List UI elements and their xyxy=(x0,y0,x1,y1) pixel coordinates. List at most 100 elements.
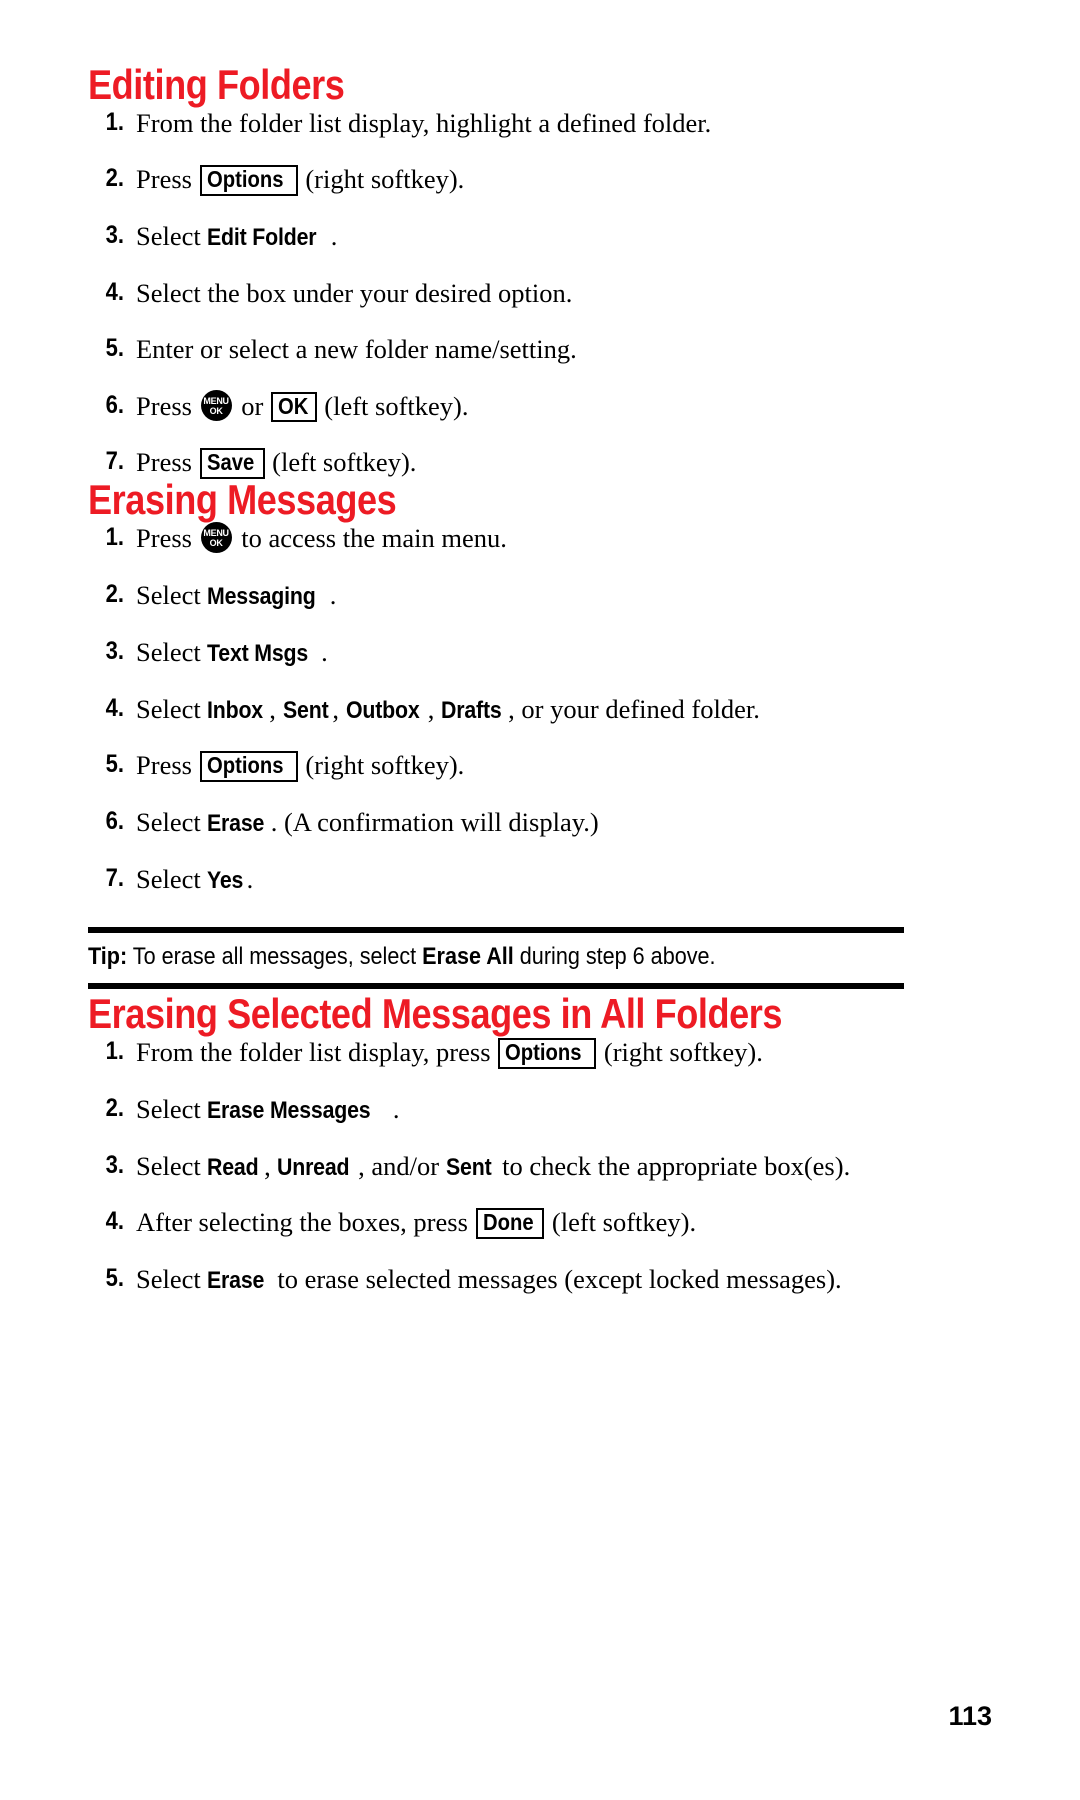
step-number: 1. xyxy=(105,523,124,552)
step-number: 2. xyxy=(105,164,124,193)
step-number: 7. xyxy=(105,863,124,892)
softkey-text: OK xyxy=(277,392,309,419)
step-item: 5. Select Erase to erase selected message… xyxy=(88,1262,920,1297)
tip-text-run: To erase all messages, select xyxy=(127,942,423,970)
step-body: Press MENU OK or OK (left softkey). xyxy=(136,389,920,423)
step-number: 6. xyxy=(105,390,124,419)
softkey-label-done[interactable]: Done xyxy=(475,1208,545,1240)
step-body: Select Text Msgs. xyxy=(136,635,920,670)
step-text-run: Select xyxy=(136,863,208,894)
step-body: Press Options (right softkey). xyxy=(136,748,920,783)
step-body: From the folder list display, press Opti… xyxy=(136,1035,920,1070)
menu-key-label-top: MENU xyxy=(203,395,229,406)
manual-section: Erasing Messages 1. Press MENU OK to access… xyxy=(88,476,920,990)
section-heading: Erasing Messages xyxy=(88,476,397,524)
softkey-text: Options xyxy=(505,1039,582,1066)
menu-key-label-bottom: OK xyxy=(209,538,223,549)
menu-ok-key-icon[interactable]: MENU OK xyxy=(200,389,232,421)
ui-term: Erase Messages xyxy=(207,1096,371,1124)
step-item: 4. Select the box under your desired opti… xyxy=(88,276,920,310)
step-item: 1. From the folder list display, press Op… xyxy=(88,1035,920,1070)
step-item: 4. After selecting the boxes, press Done … xyxy=(88,1205,920,1240)
step-number: 5. xyxy=(105,1263,124,1292)
step-body: Select Erase to erase selected messages … xyxy=(136,1262,920,1297)
step-text-run: . xyxy=(246,863,254,894)
step-number: 4. xyxy=(105,277,124,306)
step-text-run: Select xyxy=(136,1263,208,1294)
ui-term: Text Msgs xyxy=(207,639,309,667)
page-content: Editing Folders 1. From the folder list di… xyxy=(88,64,920,1297)
step-text-run: Press xyxy=(136,164,199,195)
ui-term: Erase xyxy=(207,809,265,837)
softkey-text: Options xyxy=(206,752,284,779)
step-body: Select Read, Unread , and/or Sent to chec… xyxy=(136,1149,920,1184)
softkey-text: Save xyxy=(206,449,254,476)
softkey-label-ok[interactable]: OK xyxy=(270,391,317,423)
tip-emphasis: Erase All xyxy=(422,942,514,970)
step-text-run: (left softkey). xyxy=(545,1207,697,1238)
step-text-run: Enter or select a new folder name/settin… xyxy=(136,334,577,365)
tip-text-run: during step 6 above. xyxy=(513,942,716,970)
step-number: 6. xyxy=(105,806,124,835)
tip-label: Tip: xyxy=(88,942,128,970)
step-number: 3. xyxy=(105,220,124,249)
step-text-run: , xyxy=(264,1150,278,1181)
step-number: 2. xyxy=(105,579,124,608)
step-body: Select Inbox, Sent, Outbox, Drafts, or y… xyxy=(136,692,920,727)
menu-key-label-bottom: OK xyxy=(209,405,223,416)
step-body: Select Edit Folder. xyxy=(136,219,920,254)
step-text-run: , xyxy=(269,693,283,724)
step-item: 2. Select Messaging. xyxy=(88,578,920,613)
step-text-run: Select xyxy=(136,693,208,724)
step-text-run: After selecting the boxes, press xyxy=(136,1207,475,1238)
manual-page: Editing Folders 1. From the folder list di… xyxy=(0,0,1080,1800)
step-item: 5. Press Options (right softkey). xyxy=(88,748,920,783)
step-item: 6. Press MENU OK or OK (left softkey). xyxy=(88,389,920,423)
ui-term: Yes xyxy=(207,866,244,894)
step-body: Select Erase Messages. xyxy=(136,1092,920,1127)
ui-term: Read xyxy=(207,1153,259,1181)
step-item: 3. Select Read, Unread , and/or Sent to ch… xyxy=(88,1149,920,1184)
step-text-run: , xyxy=(427,693,441,724)
ui-term: Sent xyxy=(445,1153,492,1181)
step-text-run: Press xyxy=(136,523,199,554)
step-text-run: to erase selected messages (except locke… xyxy=(270,1263,842,1294)
step-text-run: Press xyxy=(136,447,199,478)
step-text-run: (left softkey). xyxy=(317,390,469,421)
softkey-label-save[interactable]: Save xyxy=(199,448,265,479)
step-text-run: . xyxy=(392,1093,400,1124)
section-heading: Erasing Selected Messages in All Folders xyxy=(88,990,783,1038)
tip-box: Tip: To erase all messages, select Erase… xyxy=(88,926,904,990)
step-body: Select Erase. (A confirmation will displ… xyxy=(136,805,920,840)
step-text-run: Select xyxy=(136,220,208,251)
step-text-run: to access the main menu. xyxy=(234,523,507,554)
softkey-label-options[interactable]: Options xyxy=(199,165,298,197)
tip-line: Tip: To erase all messages, select Erase… xyxy=(88,943,822,972)
step-text-run: Select xyxy=(136,1093,208,1124)
ui-term: Messaging xyxy=(207,582,316,610)
section-heading: Editing Folders xyxy=(88,61,345,108)
step-text-run: Select the box under your desired option… xyxy=(136,277,573,308)
menu-ok-key-icon[interactable]: MENU OK xyxy=(200,522,232,554)
step-text-run: , and/or xyxy=(358,1150,446,1181)
step-body: Select Messaging. xyxy=(136,578,920,613)
step-number: 2. xyxy=(105,1093,124,1122)
step-item: 1. From the folder list display, highligh… xyxy=(88,106,920,140)
step-text-run: (right softkey). xyxy=(597,1037,763,1068)
page-number: 113 xyxy=(948,1701,992,1731)
step-item: 4. Select Inbox, Sent, Outbox, Drafts, or… xyxy=(88,692,920,727)
softkey-label-options[interactable]: Options xyxy=(498,1038,597,1070)
sections-container: Editing Folders 1. From the folder list di… xyxy=(88,64,920,1297)
softkey-text: Options xyxy=(206,166,284,193)
step-item: 6. Select Erase. (A confirmation will dis… xyxy=(88,805,920,840)
step-text-run: Press xyxy=(136,390,199,421)
step-text-run: . (A confirmation will display.) xyxy=(270,806,599,837)
step-body: Press Save (left softkey). xyxy=(136,445,920,479)
softkey-label-options[interactable]: Options xyxy=(199,751,298,783)
step-list: 1. From the folder list display, press Op… xyxy=(88,1035,920,1296)
step-number: 5. xyxy=(105,334,124,363)
step-text-run: Select xyxy=(136,636,208,667)
step-text-run: (right softkey). xyxy=(298,164,465,195)
step-text-run: Press xyxy=(136,750,199,781)
step-item: 3. Select Edit Folder. xyxy=(88,219,920,254)
